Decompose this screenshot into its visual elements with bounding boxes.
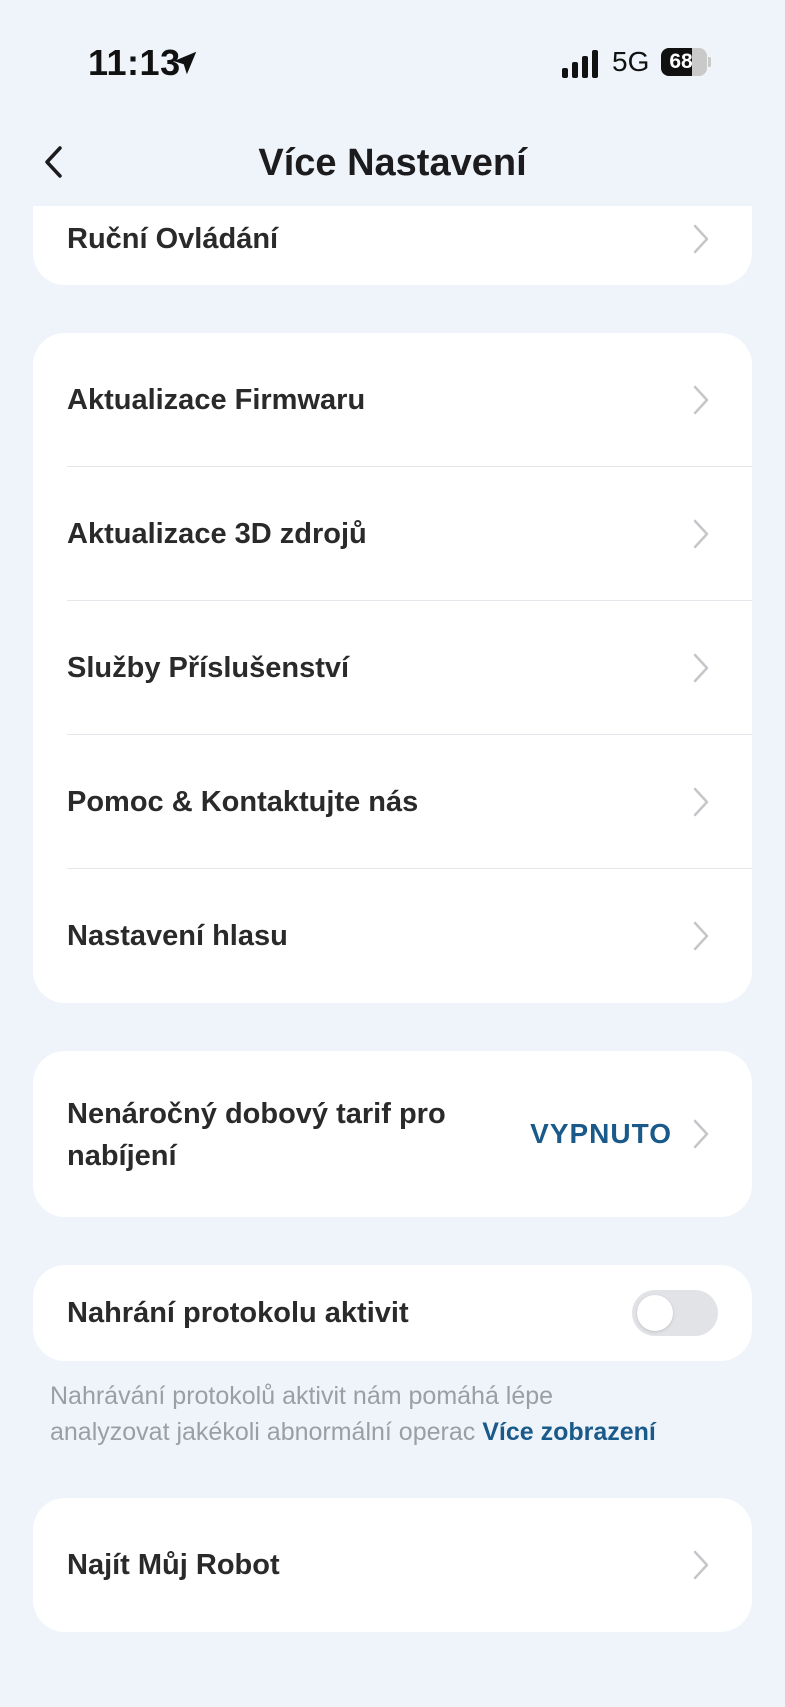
page-title: Více Nastavení xyxy=(258,142,527,184)
chevron-right-icon xyxy=(693,653,709,683)
show-more-link[interactable]: Více zobrazení xyxy=(482,1418,656,1446)
status-time: 11:13 xyxy=(88,42,181,83)
voice-settings-label: Nastavení hlasu xyxy=(67,920,288,952)
toggle-knob xyxy=(637,1295,673,1331)
offpeak-charging-card: Nenáročný dobový tarif pro nabíjení VYPN… xyxy=(33,1051,752,1217)
header: Více Nastavení xyxy=(0,130,785,206)
battery-percent: 68 xyxy=(669,50,693,73)
activity-log-row: Nahrání protokolu aktivit xyxy=(33,1265,752,1361)
status-bar: 11:13 5G 68 xyxy=(0,0,785,130)
activity-log-label: Nahrání protokolu aktivit xyxy=(67,1297,409,1329)
description-line2-container: analyzovat jakékoli abnormální operac Ví… xyxy=(50,1414,750,1450)
description-line1: Nahrávání protokolů aktivit nám pomáhá l… xyxy=(50,1382,554,1410)
activity-log-card: Nahrání protokolu aktivit xyxy=(33,1265,752,1361)
3d-resources-update-row[interactable]: Aktualizace 3D zdrojů xyxy=(33,467,752,601)
chevron-right-icon xyxy=(693,385,709,415)
accessory-services-label: Služby Příslušenství xyxy=(67,652,350,684)
manual-control-label: Ruční Ovládání xyxy=(67,223,279,255)
chevron-right-icon xyxy=(693,787,709,817)
firmware-update-row[interactable]: Aktualizace Firmwaru xyxy=(33,333,752,467)
activity-log-description: Nahrávání protokolů aktivit nám pomáhá l… xyxy=(50,1378,750,1450)
cellular-signal-icon xyxy=(562,50,598,78)
battery-icon: 68 xyxy=(661,48,711,76)
3d-resources-update-label: Aktualizace 3D zdrojů xyxy=(67,518,367,550)
offpeak-charging-label-line2: nabíjení xyxy=(67,1140,177,1172)
chevron-right-icon xyxy=(693,1550,709,1580)
find-robot-label: Najít Můj Robot xyxy=(67,1549,280,1581)
find-robot-row[interactable]: Najít Můj Robot xyxy=(33,1498,752,1632)
chevron-right-icon xyxy=(693,519,709,549)
location-arrow-icon xyxy=(173,51,197,75)
description-line2: analyzovat jakékoli abnormální operac xyxy=(50,1418,476,1446)
settings-list-card: Aktualizace Firmwaru Aktualizace 3D zdro… xyxy=(33,333,752,1003)
help-contact-row[interactable]: Pomoc & Kontaktujte nás xyxy=(33,735,752,869)
chevron-right-icon xyxy=(693,1119,709,1149)
voice-settings-row[interactable]: Nastavení hlasu xyxy=(33,869,752,1003)
offpeak-charging-label-line1: Nenáročný dobový tarif pro xyxy=(67,1098,446,1130)
accessory-services-row[interactable]: Služby Příslušenství xyxy=(33,601,752,735)
offpeak-status-value: VYPNUTO xyxy=(530,1118,672,1149)
chevron-right-icon xyxy=(693,921,709,951)
help-contact-label: Pomoc & Kontaktujte nás xyxy=(67,786,419,818)
chevron-right-icon xyxy=(693,224,709,254)
offpeak-charging-row[interactable]: Nenáročný dobový tarif pro nabíjení VYPN… xyxy=(33,1051,752,1217)
find-robot-card: Najít Můj Robot xyxy=(33,1498,752,1632)
activity-log-toggle[interactable] xyxy=(632,1290,718,1336)
network-type: 5G xyxy=(612,46,650,77)
firmware-update-label: Aktualizace Firmwaru xyxy=(67,384,366,416)
